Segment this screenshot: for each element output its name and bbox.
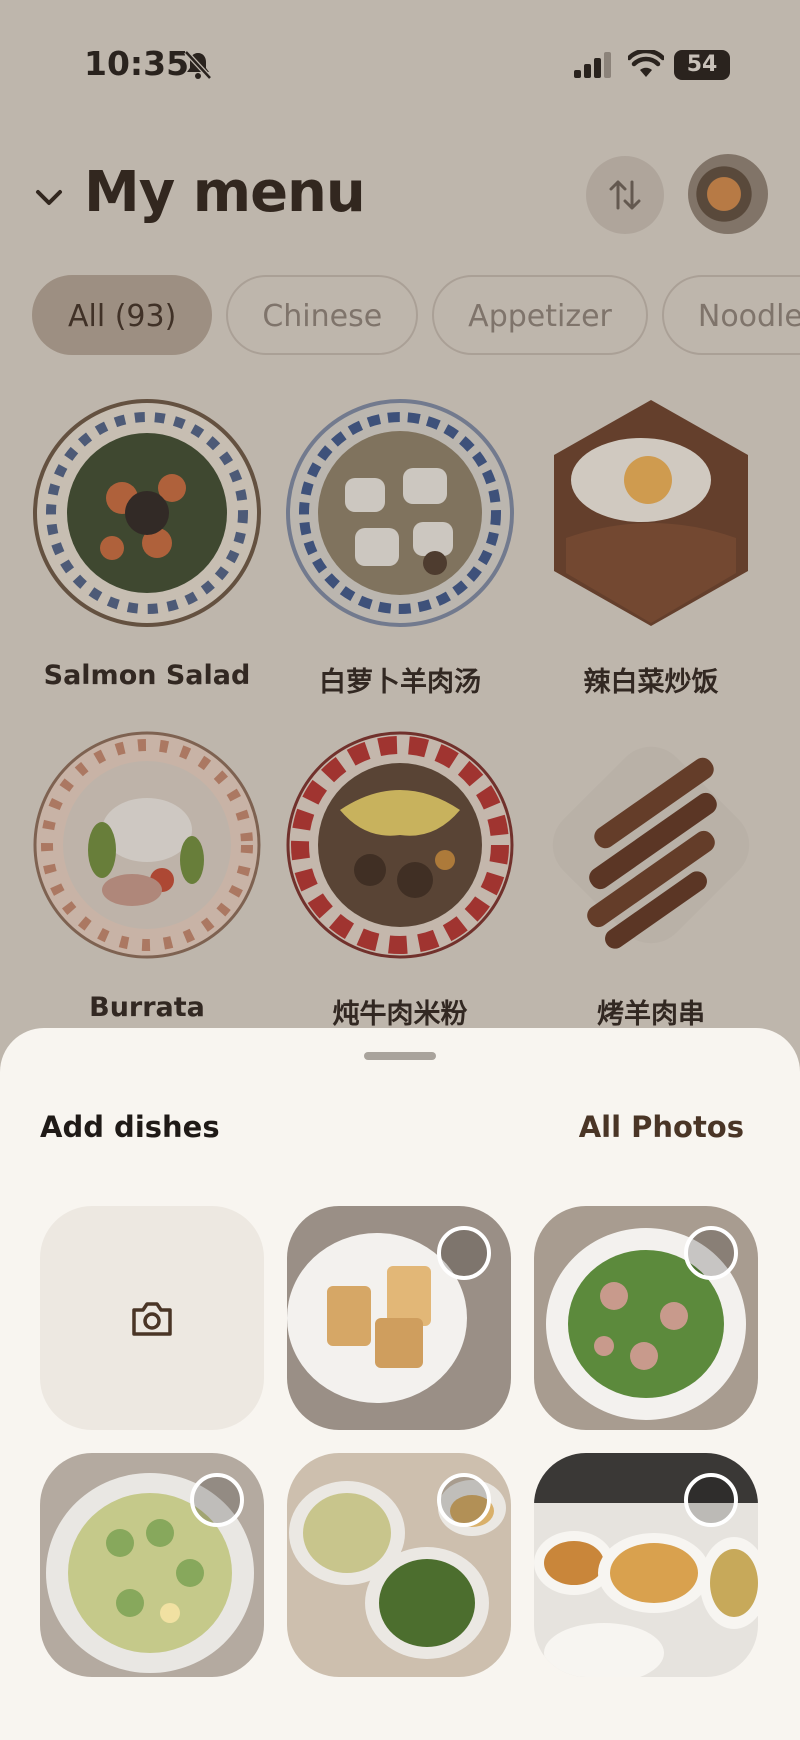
camera-tile[interactable] <box>40 1206 264 1430</box>
select-circle[interactable] <box>437 1226 491 1280</box>
select-circle[interactable] <box>684 1473 738 1527</box>
select-circle[interactable] <box>684 1226 738 1280</box>
select-circle[interactable] <box>190 1473 244 1527</box>
add-dishes-sheet: Add dishes All Photos <box>0 1028 800 1740</box>
camera-icon <box>132 1302 172 1336</box>
photo-tile[interactable] <box>287 1453 511 1677</box>
photo-tile[interactable] <box>287 1206 511 1430</box>
sheet-handle[interactable] <box>364 1052 436 1060</box>
sheet-title: Add dishes <box>40 1110 220 1144</box>
photo-tile[interactable] <box>534 1206 758 1430</box>
photo-tile[interactable] <box>534 1453 758 1677</box>
all-photos-button[interactable]: All Photos <box>579 1110 744 1144</box>
photo-tile[interactable] <box>40 1453 264 1677</box>
select-circle[interactable] <box>437 1473 491 1527</box>
